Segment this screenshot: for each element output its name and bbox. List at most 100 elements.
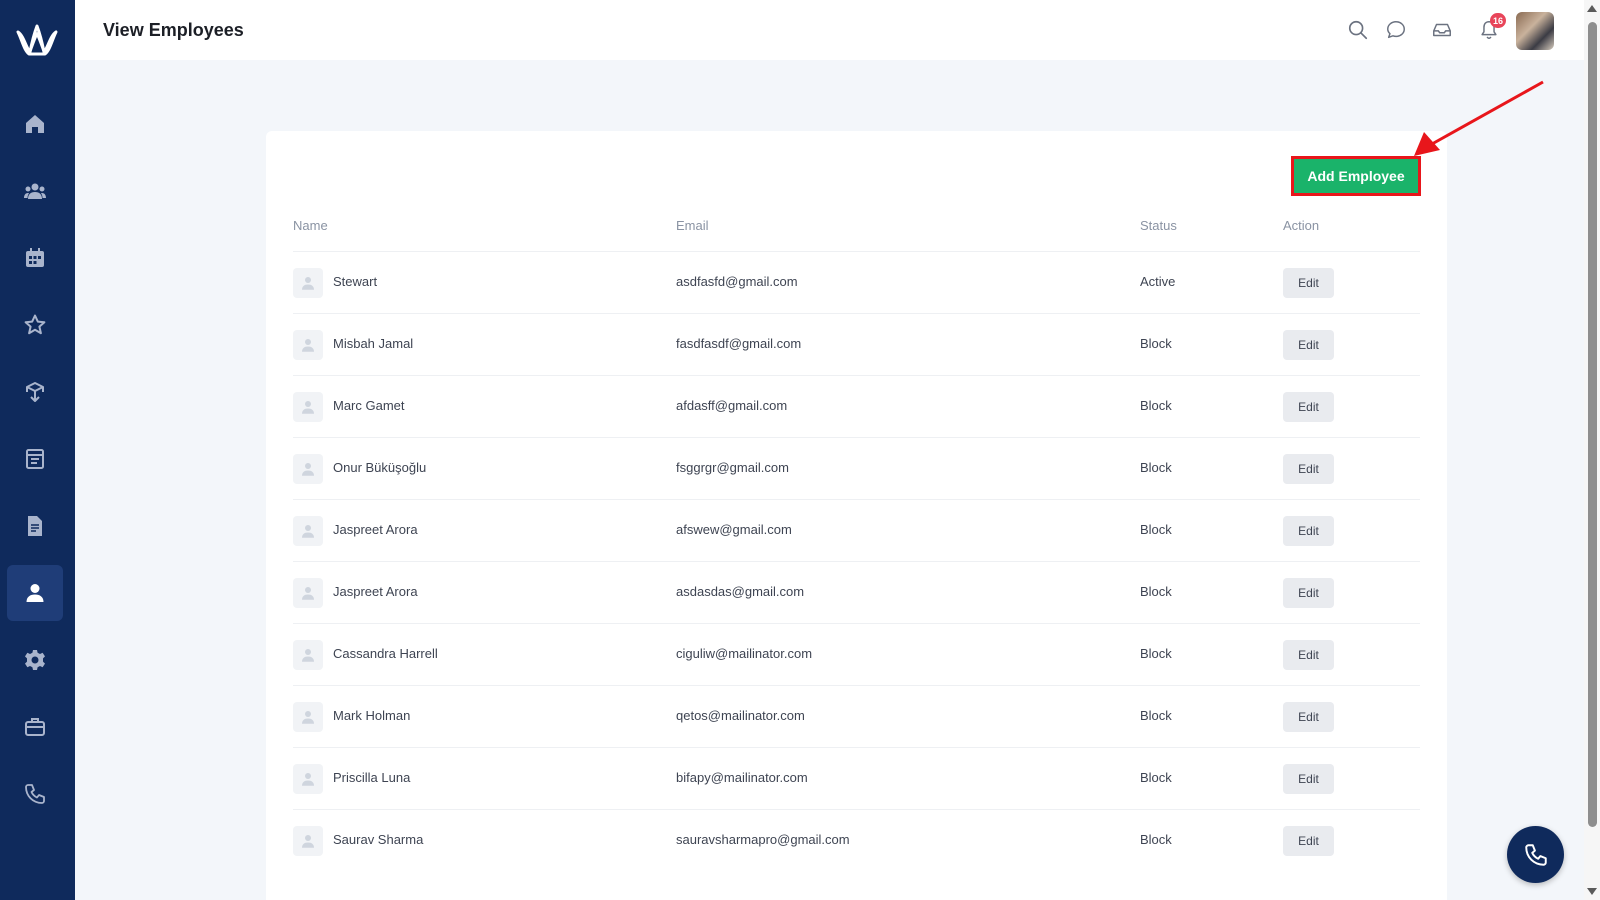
sidebar-item-calendar[interactable]	[7, 230, 63, 286]
page-scrollbar[interactable]	[1584, 0, 1600, 900]
user-placeholder-icon	[302, 277, 314, 290]
employee-email: afdasff@gmail.com	[676, 398, 788, 413]
employee-status: Block	[1140, 832, 1172, 847]
user-placeholder-icon	[302, 587, 314, 600]
sidebar-item-users[interactable]	[7, 163, 63, 219]
annotation-arrow-icon	[1414, 80, 1544, 156]
inbox-icon	[1433, 23, 1451, 37]
sidebar-item-calls[interactable]	[7, 766, 63, 822]
sidebar-item-schedule[interactable]	[7, 431, 63, 487]
user-placeholder-icon	[302, 463, 314, 476]
avatar	[293, 826, 323, 856]
document-icon	[28, 516, 42, 536]
user-avatar[interactable]	[1516, 12, 1554, 50]
user-placeholder-icon	[302, 525, 314, 538]
table-row: Onur Büküşoğlu fsggrgr@gmail.com Block E…	[293, 437, 1420, 499]
call-button[interactable]	[1507, 826, 1564, 883]
user-placeholder-icon	[302, 711, 314, 724]
employee-name: Cassandra Harrell	[333, 646, 438, 661]
employee-status: Block	[1140, 770, 1172, 785]
table-row: Jaspreet Arora afswew@gmail.com Block Ed…	[293, 499, 1420, 561]
avatar	[293, 392, 323, 422]
employee-name: Marc Gamet	[333, 398, 405, 413]
home-icon	[26, 115, 44, 133]
avatar	[293, 330, 323, 360]
avatar	[293, 702, 323, 732]
table-row: Mark Holman qetos@mailinator.com Block E…	[293, 685, 1420, 747]
scroll-up-icon[interactable]	[1587, 5, 1597, 12]
sidebar-item-settings[interactable]	[7, 632, 63, 688]
employee-name: Jaspreet Arora	[333, 522, 418, 537]
employee-name: Onur Büküşoğlu	[333, 460, 427, 475]
employee-status: Block	[1140, 460, 1172, 475]
table-row: Cassandra Harrell ciguliw@mailinator.com…	[293, 623, 1420, 685]
edit-button[interactable]: Edit	[1283, 454, 1334, 484]
table-row: Saurav Sharma sauravsharmapro@gmail.com …	[293, 809, 1420, 871]
column-header-email: Email	[676, 218, 709, 233]
sidebar-item-packages[interactable]	[7, 364, 63, 420]
page-title: View Employees	[103, 20, 244, 40]
employee-name: Mark Holman	[333, 708, 411, 723]
phone-icon	[25, 784, 45, 804]
avatar	[293, 764, 323, 794]
avatar	[293, 516, 323, 546]
chat-icon	[1387, 21, 1405, 39]
edit-button[interactable]: Edit	[1283, 764, 1334, 794]
column-header-action: Action	[1283, 218, 1320, 233]
sidebar	[0, 0, 75, 900]
employee-email: afswew@gmail.com	[676, 522, 792, 537]
employee-email: qetos@mailinator.com	[676, 708, 805, 723]
user-placeholder-icon	[302, 773, 314, 786]
star-icon	[24, 314, 46, 335]
employee-email: bifapy@mailinator.com	[676, 770, 808, 785]
employee-email: sauravsharmapro@gmail.com	[676, 832, 850, 847]
edit-button[interactable]: Edit	[1283, 640, 1334, 670]
user-placeholder-icon	[302, 401, 314, 414]
user-placeholder-icon	[302, 835, 314, 848]
briefcase-icon	[25, 718, 45, 736]
avatar	[293, 454, 323, 484]
add-employee-button[interactable]: Add Employee	[1291, 156, 1421, 196]
employee-name: Stewart	[333, 274, 378, 289]
column-header-name: Name	[293, 218, 328, 233]
employee-email: ciguliw@mailinator.com	[676, 646, 813, 661]
edit-button[interactable]: Edit	[1283, 330, 1334, 360]
user-placeholder-icon	[302, 339, 314, 352]
employee-status: Block	[1140, 708, 1172, 723]
employee-status: Block	[1140, 646, 1172, 661]
edit-button[interactable]: Edit	[1283, 516, 1334, 546]
sidebar-item-home[interactable]	[7, 96, 63, 152]
employee-status: Block	[1140, 336, 1172, 351]
scroll-down-icon[interactable]	[1587, 888, 1597, 895]
edit-button[interactable]: Edit	[1283, 578, 1334, 608]
scrollbar-thumb[interactable]	[1588, 22, 1597, 827]
users-icon	[24, 183, 46, 199]
sidebar-item-documents[interactable]	[7, 498, 63, 554]
search-button[interactable]	[1346, 18, 1370, 42]
employee-name: Misbah Jamal	[333, 336, 414, 351]
avatar	[293, 640, 323, 670]
notification-count-badge: 16	[1490, 13, 1507, 28]
employee-status: Block	[1140, 522, 1172, 537]
messages-button[interactable]	[1384, 18, 1408, 42]
sidebar-item-favorites[interactable]	[7, 297, 63, 353]
gear-icon	[25, 650, 45, 670]
phone-icon	[1524, 843, 1547, 866]
edit-button[interactable]: Edit	[1283, 702, 1334, 732]
search-icon	[1348, 20, 1368, 40]
employee-status: Active	[1140, 274, 1176, 289]
sidebar-item-jobs[interactable]	[7, 699, 63, 755]
user-placeholder-icon	[302, 649, 314, 662]
calendar-icon	[26, 248, 44, 267]
logo-icon[interactable]	[14, 18, 60, 58]
edit-button[interactable]: Edit	[1283, 392, 1334, 422]
sidebar-item-employees[interactable]	[7, 565, 63, 621]
employee-status: Block	[1140, 398, 1172, 413]
schedule-icon	[26, 449, 44, 469]
edit-button[interactable]: Edit	[1283, 268, 1334, 298]
employee-name: Saurav Sharma	[333, 832, 424, 847]
table-row: Stewart asdfasfd@gmail.com Active Edit	[293, 251, 1420, 313]
edit-button[interactable]: Edit	[1283, 826, 1334, 856]
box-icon	[26, 382, 44, 402]
inbox-button[interactable]	[1430, 18, 1454, 42]
